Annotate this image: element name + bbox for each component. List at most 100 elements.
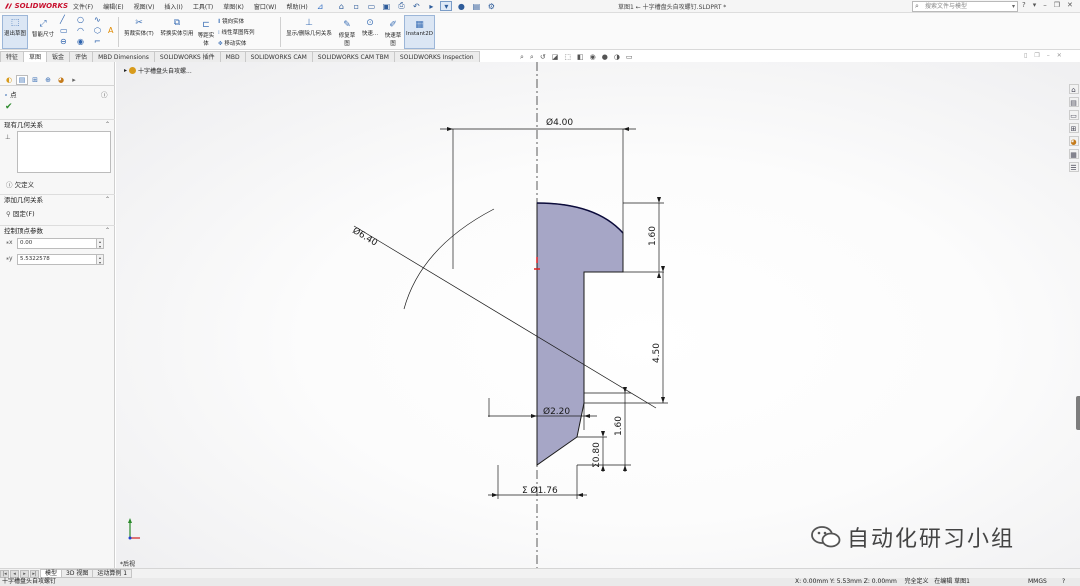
tab-solidworks-inspection[interactable]: SOLIDWORKS Inspection xyxy=(393,51,480,62)
x-coordinate-input[interactable]: 0.00 xyxy=(17,238,97,249)
pin-icon[interactable]: ⊿ xyxy=(313,2,328,11)
zoom-to-fit-icon[interactable]: ⌕ xyxy=(520,53,524,62)
view-settings-icon[interactable]: ▭ xyxy=(626,53,633,62)
sketch-profile[interactable] xyxy=(536,202,624,466)
view-palette-icon[interactable]: ⊞ xyxy=(1068,123,1079,133)
last-tab-arrow-icon[interactable]: ▸| xyxy=(30,569,39,578)
tab-sketch[interactable]: 草图 xyxy=(23,51,48,62)
dimension-head-height-1-60[interactable]: 1.60 xyxy=(648,226,658,246)
display-style-icon[interactable]: ◧ xyxy=(577,53,584,62)
save-icon[interactable]: ▣ xyxy=(380,1,392,11)
first-tab-arrow-icon[interactable]: |◂ xyxy=(0,569,9,578)
new-document-icon[interactable]: ▫ xyxy=(350,1,362,11)
dimension-diameter-6-40[interactable]: Ø6.40 xyxy=(350,225,379,249)
graphics-area[interactable]: ▸ 十字槽盘头自攻螺... Ø4.00 Ø6.40 1.60 4.50 Ø2.2… xyxy=(116,62,1080,568)
tab-evaluate[interactable]: 评估 xyxy=(69,51,94,62)
relations-list[interactable] xyxy=(17,131,111,173)
prev-tab-arrow-icon[interactable]: ◂ xyxy=(10,569,19,578)
configuration-manager-icon[interactable]: ⊞ xyxy=(29,75,41,85)
tab-features[interactable]: 特征 xyxy=(0,51,25,62)
forum-icon[interactable]: ☰ xyxy=(1068,162,1079,172)
parameters-section[interactable]: 控制顶点参数 ⌃ xyxy=(0,225,115,236)
search-input[interactable]: ⌕ 搜索文件与模型 ▾ xyxy=(912,1,1018,12)
tab-model[interactable]: 模型 xyxy=(40,569,63,578)
view-orientation-icon[interactable]: ⬚ xyxy=(564,53,571,62)
tab-solidworks-cam-tbm[interactable]: SOLIDWORKS CAM TBM xyxy=(311,51,395,62)
tab-mbd-dimensions[interactable]: MBD Dimensions xyxy=(92,51,155,62)
rebuild-icon[interactable]: ● xyxy=(455,1,467,11)
appearance-icon[interactable]: ● xyxy=(602,53,608,62)
feature-manager-icon[interactable]: ◐ xyxy=(3,75,15,85)
mirror-entities-button[interactable]: ⫴ 镜向实体 xyxy=(218,17,244,26)
menu-insert[interactable]: 插入(I) xyxy=(159,2,187,11)
trim-entities-button[interactable]: ✂ 剪裁实体(T) xyxy=(121,18,157,37)
file-properties-icon[interactable]: ▤ xyxy=(470,1,482,11)
rectangle-tool-icon[interactable]: ▭ xyxy=(60,26,68,35)
y-coordinate-input[interactable]: 5.5322578 xyxy=(17,254,97,265)
tab-mbd[interactable]: MBD xyxy=(219,51,246,62)
line-tool-icon[interactable]: ╱ xyxy=(60,15,65,24)
section-view-icon[interactable]: ◪ xyxy=(552,53,559,62)
help-dropdown-icon[interactable]: ▾ xyxy=(1033,1,1037,9)
slot-tool-icon[interactable]: ⊖ xyxy=(60,37,67,46)
file-explorer-icon[interactable]: ▭ xyxy=(1068,110,1079,120)
appearances-icon[interactable]: ◕ xyxy=(1068,136,1079,146)
hide-show-icon[interactable]: ◉ xyxy=(590,53,596,62)
dimension-tip-length-1-60[interactable]: 1.60 xyxy=(614,416,624,436)
menu-help[interactable]: 帮助(H) xyxy=(281,2,312,11)
display-manager-icon[interactable]: ◕ xyxy=(55,75,67,85)
offset-entities-button[interactable]: ⊏ 等距实 体 xyxy=(197,20,215,47)
tab-sheet-metal[interactable]: 钣金 xyxy=(46,51,71,62)
smart-dimension-button[interactable]: ⤢ 智能尺寸 xyxy=(31,19,55,38)
convert-entities-button[interactable]: ⧉ 转换实体引用 xyxy=(158,18,196,37)
help-icon[interactable]: ? xyxy=(1022,1,1026,9)
x-spinner[interactable]: ▴ ▾ xyxy=(97,238,104,249)
existing-relations-section[interactable]: 现有几何关系 ⌃ xyxy=(0,119,115,130)
property-manager-icon[interactable]: ▤ xyxy=(16,74,28,85)
add-relations-section[interactable]: 添加几何关系 ⌃ xyxy=(0,194,115,205)
move-entities-button[interactable]: ✥ 移动实体 xyxy=(218,39,246,47)
options-gear-icon[interactable]: ⚙ xyxy=(485,1,497,11)
design-library-icon[interactable]: ▤ xyxy=(1068,97,1079,107)
previous-view-icon[interactable]: ↺ xyxy=(540,53,546,62)
next-tab-arrow-icon[interactable]: ▸ xyxy=(20,569,29,578)
menu-edit[interactable]: 编辑(E) xyxy=(98,2,128,11)
collapse-chevron-icon[interactable]: ⌃ xyxy=(105,226,110,236)
solidworks-resources-icon[interactable]: ⌂ xyxy=(1068,84,1079,94)
scene-icon[interactable]: ◑ xyxy=(614,53,620,62)
exit-sketch-button[interactable]: ⬚ 退出草图 xyxy=(2,15,28,49)
panel-resize-handle[interactable] xyxy=(1076,396,1080,430)
selection-filter-icon[interactable]: ▾ xyxy=(440,1,453,11)
undo-icon[interactable]: ↶ xyxy=(410,1,422,11)
close-icon[interactable]: ✕ xyxy=(1067,1,1073,9)
solidworks-logo[interactable]: SOLIDWORKS xyxy=(0,2,68,11)
polygon-tool-icon[interactable]: ⬡ xyxy=(94,26,101,35)
print-icon[interactable]: ⎙ xyxy=(395,1,407,11)
cam-icon[interactable]: ▸ xyxy=(68,75,80,85)
fix-relation-button[interactable]: ⚲ 固定(F) xyxy=(6,208,35,218)
circle-tool-icon[interactable]: ○ xyxy=(77,15,84,24)
rapid-sketch-button[interactable]: ✐ 快速草 图 xyxy=(383,20,403,47)
dimxpert-icon[interactable]: ⊕ xyxy=(42,75,54,85)
tab-solidworks-cam[interactable]: SOLIDWORKS CAM xyxy=(244,51,313,62)
menu-window[interactable]: 窗口(W) xyxy=(249,2,282,11)
dimension-diameter-1-76[interactable]: Σ Ø1.76 xyxy=(522,485,558,496)
restore-icon[interactable]: ❐ xyxy=(1054,1,1060,9)
instant2d-button[interactable]: ▦ Instant2D xyxy=(404,15,435,49)
sketch-fillet-icon[interactable]: ⌐ xyxy=(94,37,101,46)
home-icon[interactable]: ⌂ xyxy=(335,1,347,11)
collapse-chevron-icon[interactable]: ⌃ xyxy=(105,195,110,205)
spline-tool-icon[interactable]: ∿ xyxy=(94,15,101,24)
minimize-view-icon[interactable]: – xyxy=(1047,52,1050,59)
close-view-icon[interactable]: ✕ xyxy=(1057,52,1062,59)
tab-3d-view[interactable]: 3D 视图 xyxy=(61,569,94,578)
menu-file[interactable]: 文件(F) xyxy=(68,2,98,11)
ok-checkmark-icon[interactable]: ✔ xyxy=(5,102,13,112)
help-circle-icon[interactable]: ⓘ xyxy=(101,89,108,99)
dimension-diameter-4-00[interactable]: Ø4.00 xyxy=(546,117,573,128)
y-spinner[interactable]: ▴ ▾ xyxy=(97,254,104,265)
tab-solidworks-addins[interactable]: SOLIDWORKS 插件 xyxy=(153,51,221,62)
menu-sketch[interactable]: 草图(K) xyxy=(218,2,249,11)
linear-pattern-button[interactable]: ⁞ 线性草图阵列 xyxy=(218,28,255,36)
status-units[interactable]: MMGS xyxy=(1028,578,1047,586)
